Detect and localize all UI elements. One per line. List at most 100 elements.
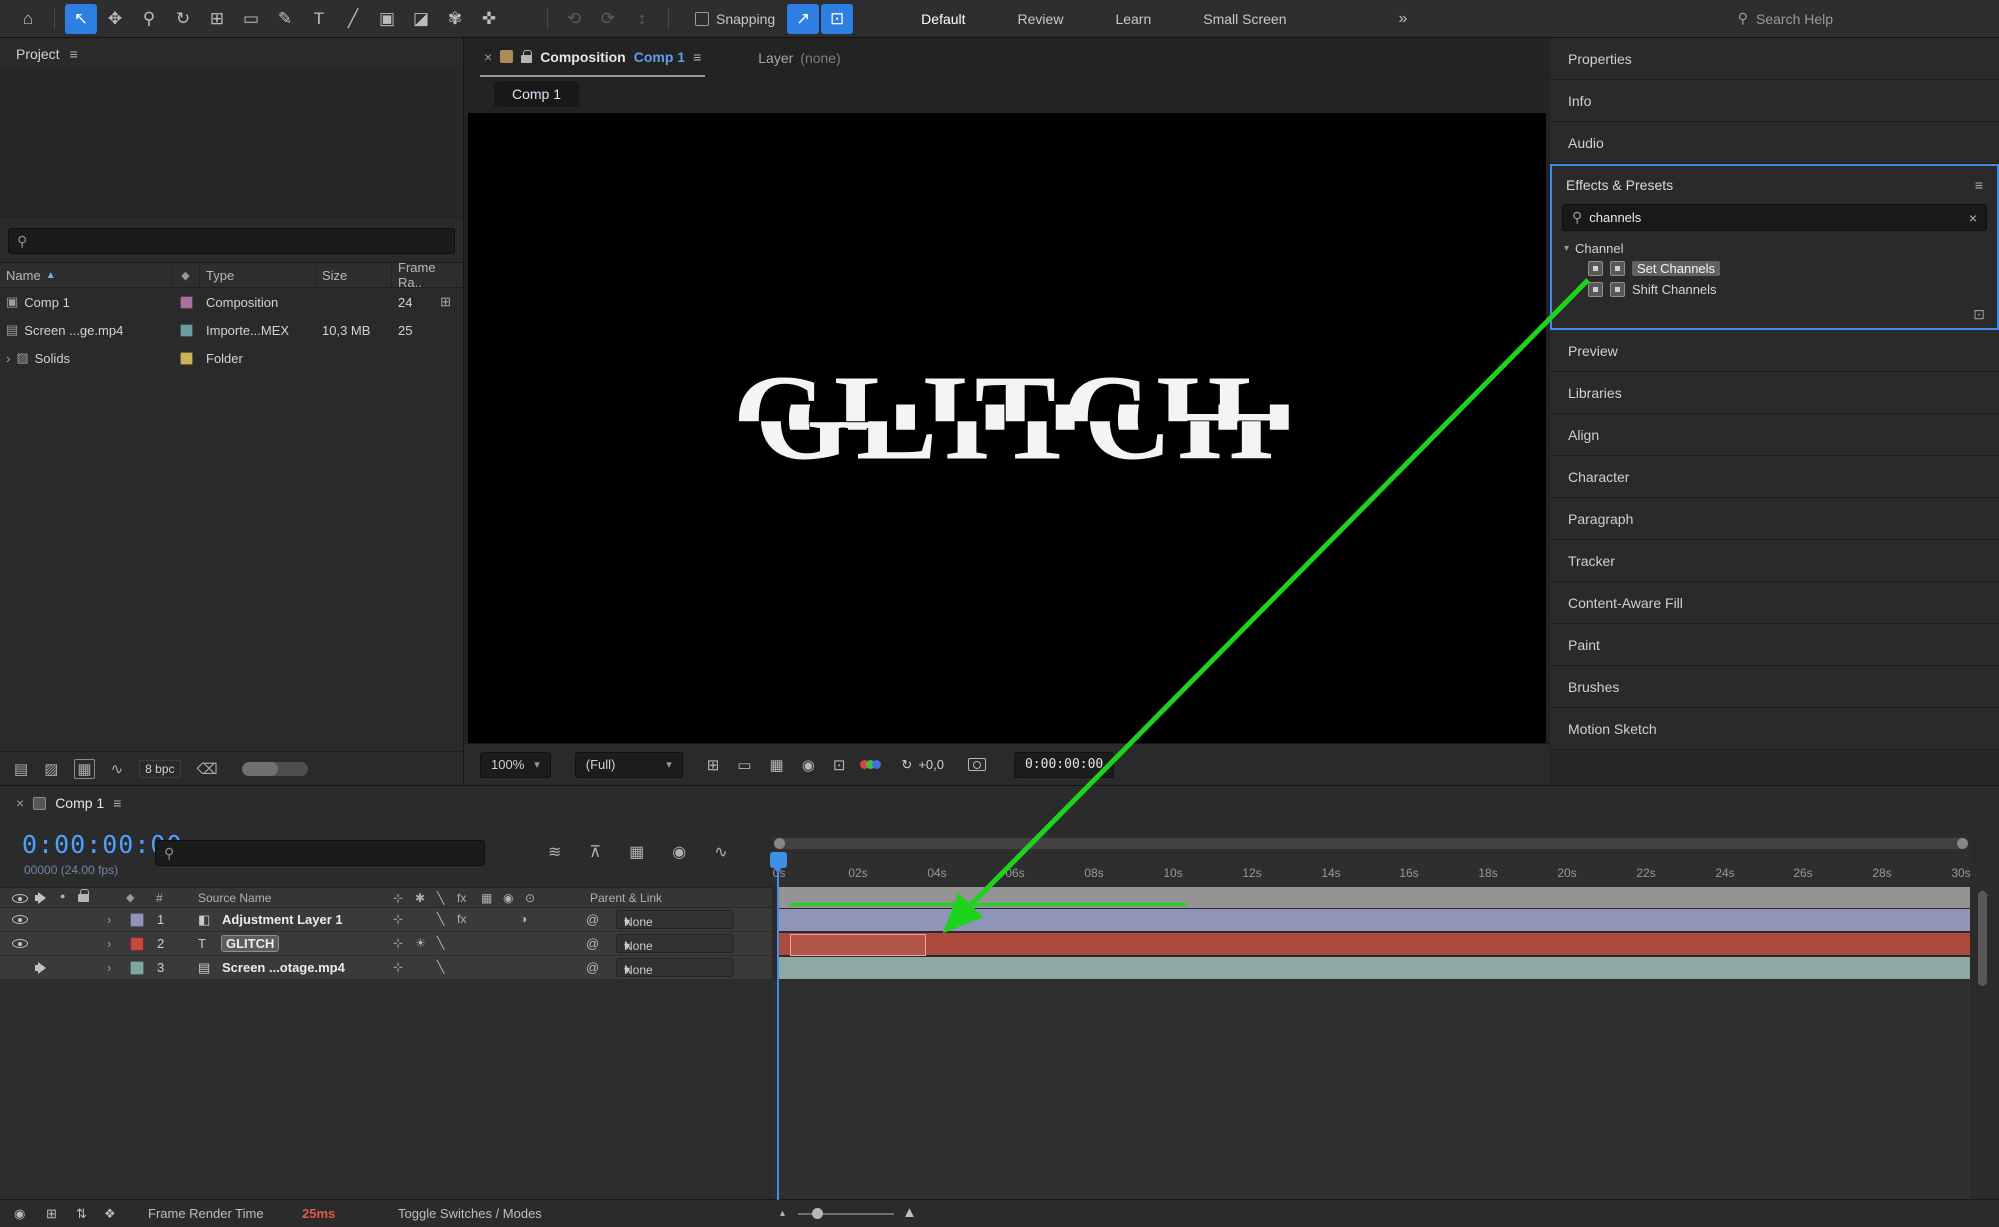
zoom-tool[interactable]: ⚲ bbox=[133, 4, 165, 34]
timeline-search-input[interactable] bbox=[180, 846, 476, 861]
effect-label[interactable]: Shift Channels bbox=[1632, 282, 1717, 297]
playhead-line[interactable] bbox=[777, 870, 779, 1200]
layer-row-adjustment[interactable]: › 1 ◧ Adjustment Layer 1 ⊹ ╲ fx ◑ @ None… bbox=[0, 908, 772, 932]
expand-chevron-icon[interactable]: › bbox=[6, 351, 10, 366]
switch-fx-visibility-icon[interactable]: ☀ bbox=[415, 936, 426, 950]
type-tool[interactable]: T bbox=[303, 4, 335, 34]
switch-transfer-icon[interactable]: ◑ bbox=[520, 912, 527, 926]
column-size[interactable]: Size bbox=[316, 263, 392, 287]
workspace-default[interactable]: Default bbox=[921, 11, 965, 27]
clone-stamp-tool[interactable]: ▣ bbox=[371, 4, 403, 34]
switch-anchor-icon[interactable]: ⊹ bbox=[393, 912, 403, 926]
effects-category-channel[interactable]: ▾ Channel bbox=[1552, 239, 1997, 258]
parent-link-dropdown[interactable]: None ▾ bbox=[616, 910, 734, 929]
selected-bar-segment[interactable] bbox=[790, 934, 926, 956]
transparency-grid-icon[interactable]: ▦ bbox=[770, 756, 784, 774]
layer-bar-glitch-text[interactable] bbox=[778, 933, 1970, 955]
timeline-zoom-thumb[interactable] bbox=[812, 1208, 823, 1219]
composition-flowchart-icon[interactable]: ≋ bbox=[548, 842, 561, 862]
panel-tracker[interactable]: Tracker bbox=[1550, 540, 1999, 582]
project-row-solids[interactable]: › ▨ Solids Folder bbox=[0, 344, 463, 372]
timeline-tab-title[interactable]: Comp 1 bbox=[55, 795, 104, 811]
eye-icon[interactable] bbox=[12, 892, 28, 905]
time-ruler[interactable]: 0s 02s 04s 06s 08s 10s 12s 14s 16s 18s 2… bbox=[772, 834, 1970, 887]
column-parent-link[interactable]: Parent & Link bbox=[590, 891, 662, 905]
new-preset-icon[interactable]: ⊡ bbox=[1973, 306, 1985, 323]
project-panel-header[interactable]: Project ≡ bbox=[0, 38, 463, 70]
panel-info[interactable]: Info bbox=[1550, 80, 1999, 122]
timeline-scrollbar[interactable] bbox=[1978, 891, 1987, 986]
render-order-icon[interactable]: ⊞ bbox=[46, 1206, 57, 1222]
expand-chevron-icon[interactable]: › bbox=[107, 912, 111, 927]
layer-bar-adjustment[interactable] bbox=[778, 909, 1970, 931]
view-layout-icon[interactable]: ⊡ bbox=[833, 756, 846, 774]
solo-icon[interactable]: ● bbox=[60, 891, 65, 901]
parent-pickwhip-icon[interactable]: @ bbox=[586, 960, 599, 975]
eraser-tool[interactable]: ◪ bbox=[405, 4, 437, 34]
switch-fx-icon[interactable]: fx bbox=[457, 912, 466, 926]
rotate-tool[interactable]: ↻ bbox=[167, 4, 199, 34]
label-color-swatch[interactable] bbox=[130, 913, 144, 927]
panel-paragraph[interactable]: Paragraph bbox=[1550, 498, 1999, 540]
viewer-timecode[interactable]: 0:00:00:00 bbox=[1014, 752, 1114, 778]
panel-menu-icon[interactable]: ≡ bbox=[113, 795, 121, 811]
label-color-swatch[interactable] bbox=[130, 961, 144, 975]
draft-3d-icon[interactable]: ⊼ bbox=[589, 842, 601, 862]
switch-quality-icon[interactable]: ╲ bbox=[437, 960, 444, 974]
column-type[interactable]: Type bbox=[200, 263, 316, 287]
panel-brushes[interactable]: Brushes bbox=[1550, 666, 1999, 708]
graph-editor-icon[interactable]: ∿ bbox=[714, 842, 727, 862]
tree-open-icon[interactable]: ▾ bbox=[1564, 243, 1569, 254]
eye-icon[interactable] bbox=[12, 913, 28, 926]
panel-content-aware-fill[interactable]: Content-Aware Fill bbox=[1550, 582, 1999, 624]
panel-libraries[interactable]: Libraries bbox=[1550, 372, 1999, 414]
workspace-small-screen[interactable]: Small Screen bbox=[1203, 11, 1286, 27]
project-row-footage[interactable]: ▤ Screen ...ge.mp4 Importe...MEX 10,3 MB… bbox=[0, 316, 463, 344]
expand-chevron-icon[interactable]: › bbox=[107, 936, 111, 951]
layer-tab[interactable]: Layer (none) bbox=[758, 50, 841, 66]
sort-asc-icon[interactable]: ▲ bbox=[46, 270, 56, 281]
lock-icon[interactable] bbox=[78, 894, 89, 902]
zoom-out-icon[interactable]: ▴ bbox=[780, 1208, 785, 1219]
switch-quality-icon[interactable]: ╲ bbox=[437, 912, 444, 926]
effects-search-input[interactable] bbox=[1589, 210, 1962, 225]
panel-motion-sketch[interactable]: Motion Sketch bbox=[1550, 708, 1999, 750]
toggle-switches-modes-button[interactable]: Toggle Switches / Modes bbox=[398, 1206, 542, 1221]
label-color-swatch[interactable] bbox=[130, 937, 144, 951]
zoom-in-icon[interactable]: ▲ bbox=[902, 1204, 917, 1221]
bit-depth-button[interactable]: 8 bpc bbox=[139, 760, 180, 778]
close-icon[interactable]: × bbox=[484, 49, 492, 65]
magnification-dropdown[interactable]: 100% ▾ bbox=[480, 752, 551, 778]
exposure-control[interactable]: ↻ +0,0 bbox=[901, 757, 944, 773]
workspace-review[interactable]: Review bbox=[1018, 11, 1064, 27]
label-color-swatch[interactable] bbox=[180, 296, 193, 309]
timeline-search[interactable]: ⚲ bbox=[155, 840, 485, 866]
panel-menu-icon[interactable]: ≡ bbox=[70, 46, 78, 62]
speaker-icon[interactable] bbox=[35, 962, 50, 974]
mask-visibility-icon[interactable]: ◉ bbox=[802, 756, 815, 774]
parent-pickwhip-icon[interactable]: @ bbox=[586, 936, 599, 951]
effect-shift-channels[interactable]: Shift Channels bbox=[1552, 279, 1997, 300]
snapping-control[interactable]: Snapping bbox=[695, 11, 775, 27]
puppet-pin-tool[interactable]: ✜ bbox=[473, 4, 505, 34]
column-frame-rate[interactable]: Frame Ra.. bbox=[392, 263, 463, 287]
effects-panel-header[interactable]: Effects & Presets ≡ bbox=[1552, 166, 1997, 204]
label-color-swatch[interactable] bbox=[180, 324, 193, 337]
close-icon[interactable]: × bbox=[16, 795, 24, 811]
speaker-icon[interactable] bbox=[35, 892, 50, 904]
layer-name[interactable]: Adjustment Layer 1 bbox=[222, 912, 343, 927]
composition-tab[interactable]: × Composition Comp 1 ≡ bbox=[480, 38, 705, 77]
flowchart-icon[interactable]: ⊞ bbox=[440, 294, 451, 310]
snapping-checkbox[interactable] bbox=[695, 12, 709, 26]
layer-bar-footage[interactable] bbox=[778, 957, 1970, 979]
workspace-overflow-button[interactable]: » bbox=[1399, 10, 1408, 28]
trash-icon[interactable]: ⌫ bbox=[197, 760, 218, 778]
panel-menu-icon[interactable]: ≡ bbox=[1975, 177, 1983, 193]
layer-name[interactable]: Screen ...otage.mp4 bbox=[222, 960, 345, 975]
panel-properties[interactable]: Properties bbox=[1550, 38, 1999, 80]
icon-view-icon[interactable]: ▦ bbox=[74, 759, 94, 779]
project-search[interactable]: ⚲ bbox=[8, 228, 455, 254]
grid-guides-icon[interactable]: ⊞ bbox=[707, 756, 720, 774]
composition-viewport[interactable]: GLITCH GLITCH GLITCH bbox=[468, 113, 1546, 743]
label-color-swatch[interactable] bbox=[180, 352, 193, 365]
